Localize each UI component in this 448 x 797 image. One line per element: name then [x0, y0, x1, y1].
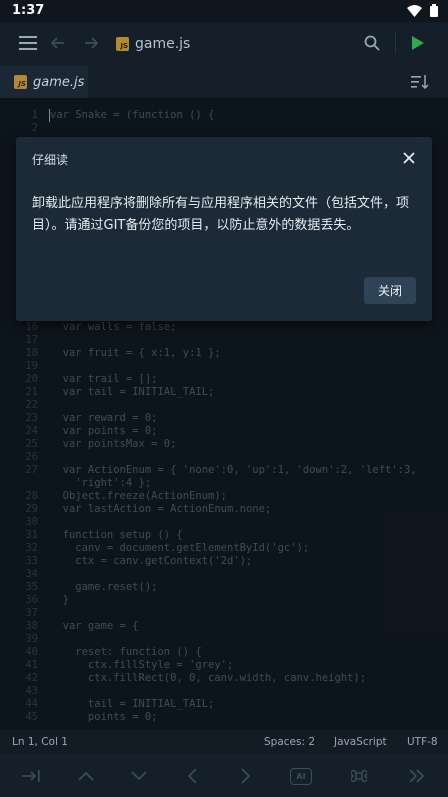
chevron-down-icon[interactable]: [126, 765, 152, 787]
forward-arrow-icon[interactable]: [80, 32, 102, 54]
sort-icon[interactable]: [409, 71, 431, 93]
status-time: 1:37: [12, 3, 45, 18]
wifi-icon: [407, 4, 422, 17]
editor-toolbar: JS game.js: [0, 22, 448, 66]
search-icon[interactable]: [361, 32, 383, 54]
close-icon[interactable]: [400, 149, 418, 167]
editor-info-bar: Ln 1, Col 1 Spaces: 2 JavaScript UTF-8: [0, 730, 448, 754]
dialog-message: 卸载此应用程序将删除所有与应用程序相关的文件（包括文件，项目）。请通过GIT备份…: [32, 196, 410, 233]
command-icon[interactable]: [346, 765, 372, 787]
bottom-toolbar: AI: [0, 754, 448, 797]
menu-icon[interactable]: [17, 32, 39, 54]
tab-label: game.js: [33, 74, 85, 90]
warning-dialog: 仔细读 卸载此应用程序将删除所有与应用程序相关的文件（包括文件，项目）。请通过G…: [16, 137, 432, 321]
double-chevron-right-icon[interactable]: [404, 765, 430, 787]
tab-key-icon[interactable]: [18, 765, 44, 787]
chevron-left-icon[interactable]: [179, 765, 205, 787]
tab-game-js[interactable]: JS game.js: [0, 66, 88, 98]
js-file-icon: JS: [14, 75, 27, 89]
indent-setting[interactable]: Spaces: 2: [264, 736, 315, 748]
ai-label: AI: [290, 767, 312, 785]
js-file-icon: JS: [116, 37, 129, 51]
close-button[interactable]: 关闭: [364, 277, 416, 304]
run-icon[interactable]: [407, 32, 429, 54]
status-icons: [407, 4, 438, 17]
back-arrow-icon[interactable]: [47, 32, 69, 54]
chevron-up-icon[interactable]: [73, 765, 99, 787]
ai-icon[interactable]: AI: [288, 765, 314, 787]
chevron-right-icon[interactable]: [233, 765, 259, 787]
file-encoding[interactable]: UTF-8: [407, 736, 438, 748]
tab-bar: JS game.js: [0, 66, 448, 99]
language-mode[interactable]: JavaScript: [334, 736, 387, 748]
file-title[interactable]: JS game.js: [116, 36, 190, 52]
battery-icon: [430, 4, 438, 17]
dialog-title: 仔细读: [32, 153, 69, 167]
cursor-position[interactable]: Ln 1, Col 1: [12, 736, 68, 748]
status-bar: 1:37: [0, 0, 448, 22]
file-title-label: game.js: [135, 36, 191, 52]
toolbar-divider: [395, 32, 396, 54]
